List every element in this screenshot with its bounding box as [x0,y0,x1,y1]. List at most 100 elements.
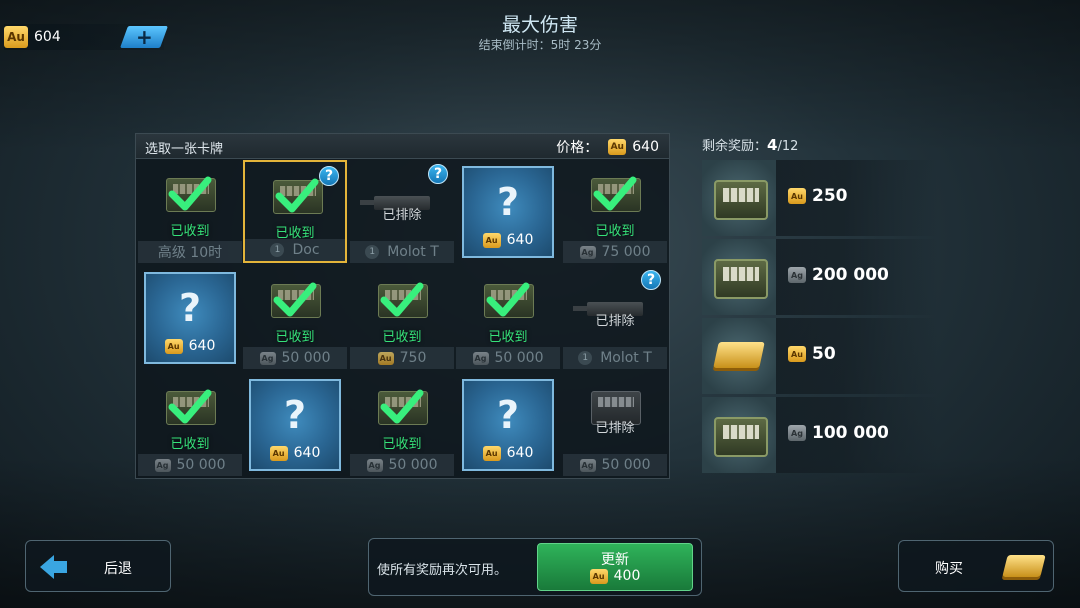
slot-reward-text: 高级 10时 [157,245,223,261]
buy-button[interactable]: 购买 [898,540,1054,592]
excluded-label: 已排除 [595,314,635,329]
refresh-label: 更新 [601,552,629,568]
slot-footer: 1 Molot T [563,347,667,369]
reward-thumbnail [702,397,776,473]
back-label: 后退 [104,561,132,577]
hidden-card[interactable]: ? Au 640 [144,272,236,364]
gold-coin-icon: Au [269,445,288,461]
gold-coin-icon: Au [482,232,501,248]
card-slot: 已排除 Ag 50 000 [563,373,667,476]
help-icon[interactable]: ? [641,270,661,290]
received-label: 已收到 [382,330,422,345]
silver-coin-icon: Ag [366,458,383,472]
question-mark-icon: ? [496,180,520,224]
card-slot[interactable]: ? Au 640 [243,373,347,476]
remaining-rewards-label: 剩余奖励：4/12 [702,135,798,154]
gold-bar-icon [1002,555,1046,577]
silver-crate-icon [714,259,768,299]
count-badge: 1 [270,243,285,257]
card-cost-value: 640 [188,338,216,354]
slot-footer: Ag 50 000 [350,454,454,476]
received-label: 已收到 [170,224,210,239]
card-cost-value: 640 [506,445,534,461]
refresh-description: 使所有奖励再次可用。 [377,563,508,578]
price-label: 价格： [556,140,599,156]
back-button[interactable]: 后退 [25,540,171,592]
help-icon[interactable]: ? [319,166,339,186]
silver-coin-icon: Ag [579,245,596,259]
slot-footer: 高级 10时 [138,241,242,263]
card-cost-value: 640 [506,232,534,248]
reward-amount: 200 000 [812,265,889,285]
remaining-count: 4 [767,136,778,154]
reward-value: Ag 100 000 [788,423,889,443]
card-slot: 已收到 Ag 50 000 [243,266,347,369]
hidden-card[interactable]: ? Au 640 [462,379,554,471]
gold-coin-icon: Au [164,338,183,354]
help-icon[interactable]: ? [428,164,448,184]
refresh-button[interactable]: 更新 Au 400 [537,543,693,591]
reward-value: Ag 200 000 [788,265,889,285]
gold-coin-icon: Au [788,346,806,362]
slot-reward-text: Doc [292,242,320,258]
slot-footer: Ag 50 000 [138,454,242,476]
card-slot[interactable]: ? Au 640 [456,160,560,263]
reward-thumbnail [702,239,776,315]
card-cost: Au 640 [146,338,234,354]
card-slot[interactable]: ? Au 640 [456,373,560,476]
slot-reward-text: 75 000 [601,244,651,260]
gold-bars-icon [713,342,765,368]
card-slot: 已排除? 1 Molot T [350,160,454,263]
card-slot: 已收到 Ag 75 000 [563,160,667,263]
remaining-total: /12 [777,139,799,154]
silver-coin-icon: Ag [579,458,596,472]
checkmark-icon [380,282,424,317]
countdown-text: 结束倒计时：5时 23分 [478,38,602,52]
buy-label: 购买 [935,561,963,577]
card-cost: Au 640 [251,445,339,461]
refresh-cost: Au 400 [538,568,692,584]
gold-coin-icon: Au [482,445,501,461]
silver-coin-icon: Ag [472,351,489,365]
gold-crate-icon [714,180,768,220]
question-mark-icon: ? [283,393,307,437]
slot-footer: Ag 50 000 [563,454,667,476]
card-cost: Au 640 [464,232,552,248]
card-slot: 已收到 Ag 50 000 [350,373,454,476]
slot-reward-text: 50 000 [494,350,544,366]
excluded-label: 已排除 [382,208,422,223]
reward-item: Au 250 [702,160,938,236]
checkmark-icon [486,282,530,317]
checkmark-icon [275,178,319,213]
slot-footer: 1 Doc [245,239,345,261]
count-badge: 1 [578,351,593,365]
gold-coin-icon: Au [377,351,394,365]
slot-reward-text: 50 000 [388,457,438,473]
excluded-label: 已排除 [595,421,635,436]
card-slot: 已收到高级 10时 [138,160,242,263]
card-slot: 已收到? 1 Doc [243,160,347,263]
card-slot: 已收到 Ag 50 000 [456,266,560,369]
card-slot: 已排除? 1 Molot T [563,266,667,369]
slot-reward-text: Molot T [387,244,439,260]
hidden-card[interactable]: ? Au 640 [462,166,554,258]
card-slot: 已收到 Au 750 [350,266,454,369]
received-label: 已收到 [275,330,315,345]
reward-item: Ag 200 000 [702,239,938,315]
card-slot[interactable]: ? Au 640 [138,266,242,369]
silver-crate-icon [714,417,768,457]
received-label: 已收到 [170,437,210,452]
checkmark-icon [168,389,212,424]
hidden-card[interactable]: ? Au 640 [249,379,341,471]
slot-footer: 1 Molot T [350,241,454,263]
page-title: 最大伤害 [501,14,578,36]
slot-reward-text: 50 000 [176,457,226,473]
reward-amount: 50 [812,344,836,364]
slot-footer: Au 750 [350,347,454,369]
gold-coin-icon: Au [608,139,627,155]
card-cost-value: 640 [293,445,321,461]
count-badge: 1 [365,245,380,259]
received-label: 已收到 [382,437,422,452]
board-instruction: 选取一张卡牌 [145,142,224,157]
reward-thumbnail [702,318,776,394]
